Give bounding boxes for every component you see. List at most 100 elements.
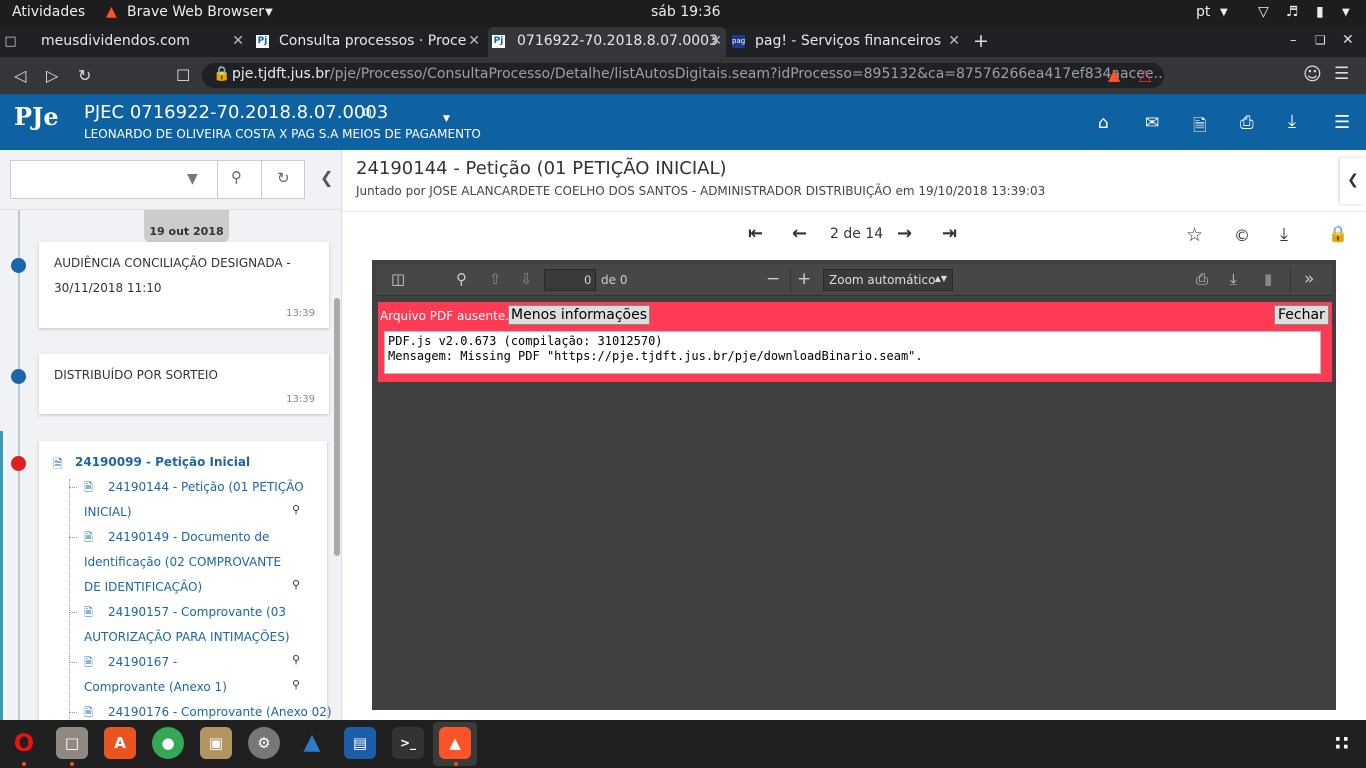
penguin-app-icon[interactable]: ▲ [296, 727, 328, 759]
pdf-print-icon[interactable]: ⎙ [1196, 270, 1208, 288]
language-indicator[interactable]: pt [1196, 4, 1210, 20]
browser-toolbar: ◁ ▷ ↻ ☐ 🔒 pje.tjdft.jus.br/pje/Processo/… [0, 57, 1366, 94]
zoom-select[interactable]: Zoom automático ▲▼ [823, 269, 953, 291]
sidebar-doc-item[interactable]: 24190144 - Petição (01 PETIÇÃO INICIAL) [84, 475, 304, 525]
close-tab-icon[interactable]: ✕ [948, 33, 960, 49]
opera-icon[interactable]: O [8, 727, 40, 759]
new-tab-button[interactable]: + [973, 30, 989, 52]
battery-icon[interactable]: ▮ [1316, 4, 1324, 20]
print-icon[interactable]: ⎙ [1240, 113, 1254, 133]
wifi-icon[interactable]: ▽ [1258, 4, 1269, 20]
tab-pag[interactable]: pag pag! - Serviços financeiros ✕ [728, 27, 964, 57]
activities-button[interactable]: Atividades [12, 4, 85, 20]
zoom-out-icon[interactable]: − [766, 269, 780, 289]
taskbar: O □ A ● ▣ ⚙ ▲ ▤ >_ ▲ ∷ [0, 720, 1366, 768]
close-tab-icon[interactable]: ✕ [232, 33, 244, 49]
tab-consulta-processos[interactable]: Pj Consulta processos · Proce ✕ [252, 27, 484, 57]
last-page-icon[interactable]: ⇥ [942, 223, 957, 244]
event-text: DISTRIBUÍDO POR SORTEIO [54, 368, 218, 382]
next-page-icon[interactable]: → [897, 223, 912, 244]
refresh-icon[interactable]: ↻ [277, 169, 290, 187]
timeline-event-card[interactable]: AUDIÊNCIA CONCILIAÇÃO DESIGNADA - 30/11/… [39, 242, 329, 328]
sidebar-doc-item[interactable]: 24190176 - Comprovante (Anexo 02) [84, 700, 332, 720]
tab-meusdividendos[interactable]: □ meusdividendos.com ✕ [0, 27, 248, 57]
copyright-icon[interactable]: © [1234, 226, 1250, 245]
writer-icon[interactable]: ▤ [344, 727, 376, 759]
new-document-icon[interactable]: 🗎 [1193, 113, 1207, 142]
forward-icon[interactable]: ▷ [46, 66, 58, 85]
pdf-error-message[interactable]: PDF.js v2.0.673 (compilação: 31012570) M… [384, 331, 1321, 374]
expand-panel-icon[interactable]: ❮ [1340, 158, 1366, 204]
close-tab-icon[interactable]: ✕ [710, 33, 722, 49]
language-chevron-icon[interactable]: ▼ [1220, 7, 1228, 18]
files-icon[interactable]: □ [56, 727, 88, 759]
zoom-in-icon[interactable]: + [797, 269, 811, 289]
sidebar-doc-item[interactable]: 24190167 - Comprovante (Anexo 1) [84, 650, 254, 700]
pag-favicon-icon: pag [732, 35, 745, 48]
pdf-next-icon[interactable]: ⇩ [520, 270, 533, 288]
volume-icon[interactable]: ♬ [1286, 4, 1299, 20]
pdf-page-input[interactable] [544, 269, 596, 291]
pdf-download-icon[interactable]: ⤓ [1230, 270, 1237, 288]
lock-document-icon[interactable]: 🔒 [1328, 224, 1348, 243]
tab-title: 0716922-70.2018.8.07.0003 [517, 33, 718, 49]
back-icon[interactable]: ◁ [14, 66, 26, 85]
sidebar-search-input[interactable] [11, 161, 176, 198]
less-info-button[interactable]: Menos informações [508, 305, 651, 325]
pdf-bookmark-icon[interactable]: ▮ [1264, 270, 1272, 288]
close-tab-icon[interactable]: ✕ [468, 33, 480, 49]
filter-icon[interactable]: ▼ [187, 171, 198, 187]
clock[interactable]: sáb 19:36 [651, 4, 721, 20]
pin-icon[interactable]: ⚲ [292, 578, 300, 591]
pin-icon[interactable]: ⚲ [292, 653, 300, 666]
profile-icon[interactable]: ☺ [1303, 64, 1322, 85]
address-bar[interactable]: 🔒 pje.tjdft.jus.br/pje/Processo/Consulta… [202, 63, 1164, 88]
tab-title: pag! - Serviços financeiros [755, 33, 942, 49]
pdf-previous-icon[interactable]: ⇧ [489, 270, 502, 288]
pin-icon[interactable]: ⚲ [292, 503, 300, 516]
search-icon[interactable]: ⚲ [231, 168, 242, 186]
doc-group-title[interactable]: 24190099 - Petição Inicial [75, 455, 250, 469]
envelope-icon[interactable]: ✉ [1145, 113, 1159, 133]
reload-icon[interactable]: ↻ [78, 66, 91, 85]
tab-processo-active[interactable]: Pj 0716922-70.2018.8.07.0003 ✕ [488, 27, 726, 57]
archive-manager-icon[interactable]: ▣ [200, 727, 232, 759]
download-document-icon[interactable]: ⤓ [1280, 224, 1288, 245]
menu-icon[interactable]: ☰ [1334, 112, 1350, 133]
app-menu[interactable]: Brave Web Browser [127, 4, 264, 20]
software-center-icon[interactable]: A [104, 727, 136, 759]
close-error-button[interactable]: Fechar [1274, 305, 1329, 325]
sidebar-toggle-icon[interactable]: ◫ [391, 270, 405, 288]
brave-icon[interactable]: ▲ [439, 727, 471, 759]
brave-shields-icon[interactable]: ▲ [1108, 65, 1120, 84]
copy-icon[interactable]: ⧉ [362, 105, 371, 120]
close-window-icon[interactable]: ✕ [1342, 32, 1354, 48]
sidebar-doc-item[interactable]: 24190149 - Documento de Identificação (0… [84, 525, 299, 600]
sidebar-doc-item[interactable]: 24190157 - Comprovante (03 AUTORIZAÇÃO P… [84, 600, 299, 650]
chrome-icon[interactable]: ● [152, 727, 184, 759]
star-icon[interactable]: ☆ [1186, 224, 1203, 246]
bookmark-icon[interactable]: ☐ [176, 66, 190, 85]
system-menu-chevron-icon[interactable]: ▼ [1342, 7, 1350, 18]
minimize-window-icon[interactable]: – [1290, 33, 1297, 48]
app-menu-chevron-icon[interactable]: ▼ [265, 7, 273, 18]
collapse-sidebar-icon[interactable]: ❮ [320, 168, 333, 187]
sidebar-scrollbar[interactable] [334, 298, 340, 556]
pin-icon[interactable]: ⚲ [292, 678, 300, 691]
process-dropdown-chevron-icon[interactable]: ▼ [443, 114, 450, 124]
first-page-icon[interactable]: ⇤ [748, 223, 763, 244]
brave-rewards-icon[interactable]: △ [1139, 65, 1151, 84]
timeline-event-card[interactable]: DISTRIBUÍDO POR SORTEIO 13:39 [39, 354, 329, 414]
pje-favicon-icon: Pj [256, 35, 269, 48]
browser-menu-icon[interactable]: ☰ [1334, 64, 1349, 84]
home-icon[interactable]: ⌂ [1098, 113, 1109, 133]
settings-icon[interactable]: ⚙ [248, 727, 280, 759]
previous-page-icon[interactable]: ← [792, 223, 807, 244]
show-applications-icon[interactable]: ∷ [1326, 727, 1358, 759]
pdf-search-icon[interactable]: ⚲ [456, 270, 467, 288]
download-icon[interactable]: ⤓ [1288, 111, 1296, 132]
pdf-tools-icon[interactable]: » [1304, 269, 1314, 289]
restore-window-icon[interactable]: ❏ [1315, 33, 1326, 47]
terminal-icon[interactable]: >_ [392, 727, 424, 759]
pje-logo[interactable]: PJe [14, 102, 59, 131]
